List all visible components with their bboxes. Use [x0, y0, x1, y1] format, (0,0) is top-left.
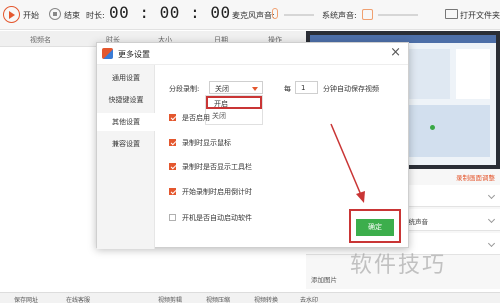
watermark-text: 软件技巧 [350, 253, 447, 278]
arrow-line [330, 123, 362, 196]
arrow-head [356, 191, 365, 203]
